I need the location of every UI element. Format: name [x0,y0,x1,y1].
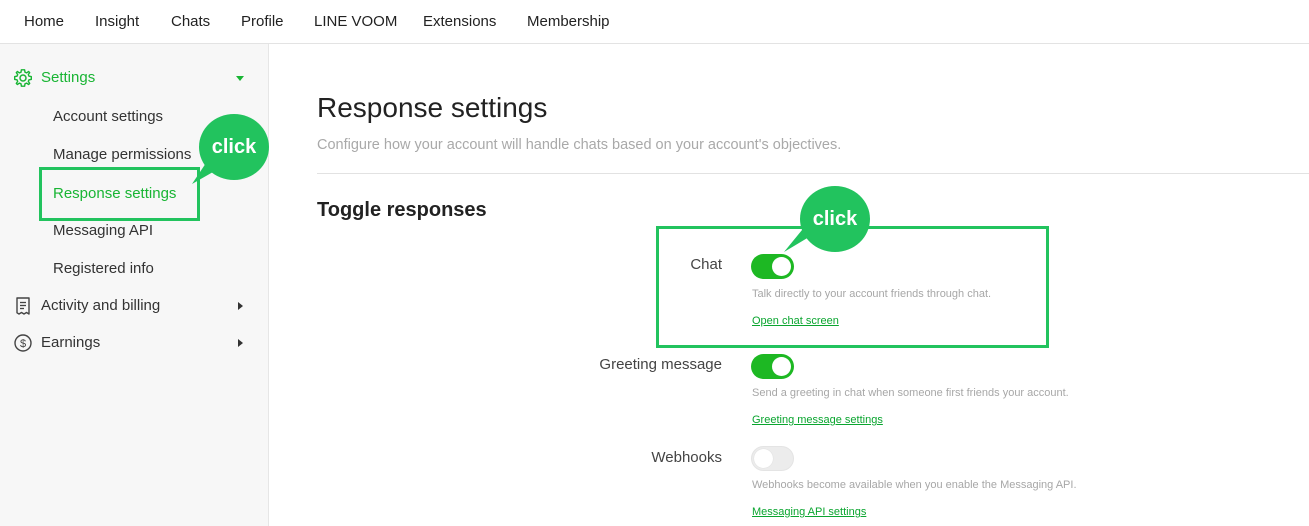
toggle-knob [772,357,791,376]
nav-profile[interactable]: Profile [241,13,284,30]
messaging-api-settings-link[interactable]: Messaging API settings [752,506,866,518]
greeting-message-toggle[interactable] [751,354,794,379]
receipt-icon [16,297,30,315]
nav-line-voom[interactable]: LINE VOOM [314,13,397,30]
page-title: Response settings [317,92,548,123]
sidebar-item-earnings[interactable]: $ Earnings [0,331,268,355]
highlight-box-response-settings [39,167,200,221]
divider [317,173,1309,174]
click-annotation-bubble: click [199,114,269,180]
sidebar-item-account-settings[interactable]: Account settings [53,108,163,125]
sidebar-item-registered-info[interactable]: Registered info [53,260,154,277]
sidebar-item-label: Earnings [41,334,101,351]
greeting-message-label: Greeting message [599,356,722,373]
webhooks-description: Webhooks become available when you enabl… [752,479,1077,491]
toggle-knob [754,449,773,468]
webhooks-label: Webhooks [651,449,722,466]
sidebar-item-activity-billing[interactable]: Activity and billing [0,294,268,318]
sidebar-item-messaging-api[interactable]: Messaging API [53,222,153,239]
sidebar-item-label: Settings [41,69,96,86]
caret-right-icon [238,339,243,347]
sidebar-item-label: Activity and billing [41,297,161,314]
nav-membership[interactable]: Membership [527,13,610,30]
sidebar-item-manage-permissions[interactable]: Manage permissions [53,146,191,163]
caret-right-icon [238,302,243,310]
caret-down-icon [236,76,244,81]
nav-home[interactable]: Home [24,13,64,30]
section-title: Toggle responses [317,199,487,221]
webhooks-toggle[interactable] [751,446,794,471]
nav-insight[interactable]: Insight [95,13,139,30]
svg-text:$: $ [20,338,26,350]
page-description: Configure how your account will handle c… [317,137,842,153]
gear-icon [14,69,32,87]
nav-extensions[interactable]: Extensions [423,13,496,30]
greeting-message-description: Send a greeting in chat when someone fir… [752,387,1069,399]
nav-chats[interactable]: Chats [171,13,210,30]
dollar-coin-icon: $ [14,334,32,352]
sidebar-item-settings[interactable]: Settings [0,66,268,90]
greeting-message-settings-link[interactable]: Greeting message settings [752,414,883,426]
click-annotation-bubble: click [800,186,870,252]
top-navigation: Home Insight Chats Profile LINE VOOM Ext… [0,0,1309,44]
